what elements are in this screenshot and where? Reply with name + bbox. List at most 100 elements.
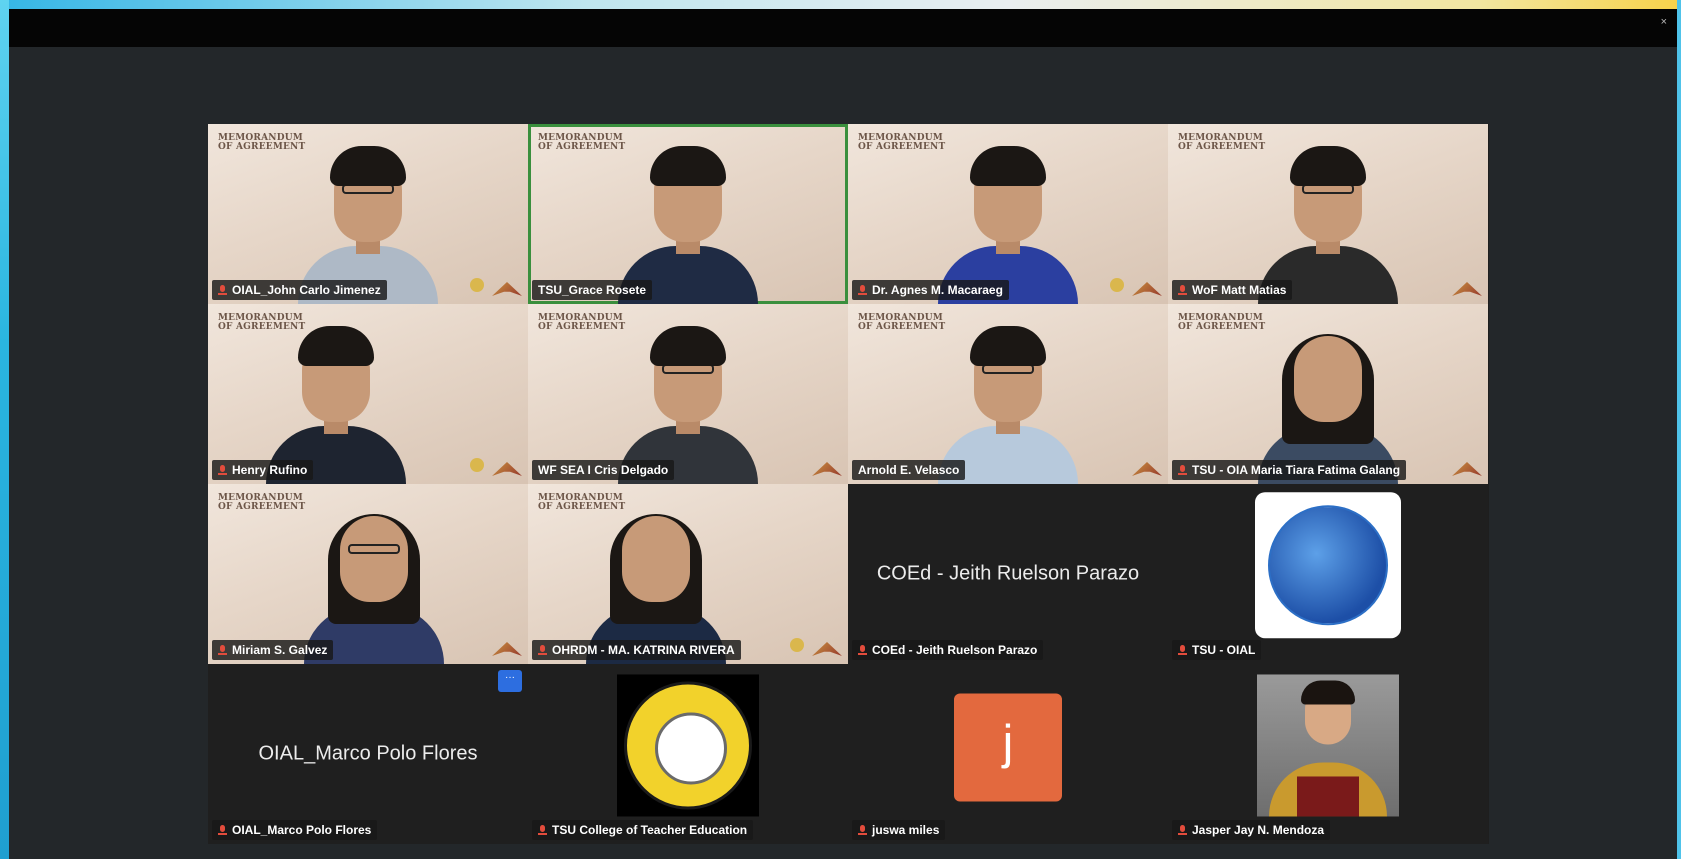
participant-tile[interactable]: TSU College of Teacher Education (528, 664, 848, 844)
backdrop-logo (1452, 282, 1482, 296)
backdrop-title: MEMORANDUM OF AGREEMENT (218, 493, 306, 512)
muted-mic-icon (538, 645, 547, 655)
participant-avatar: j (954, 693, 1062, 802)
portrait-photo (1257, 674, 1399, 817)
participant-name: WoF Matt Matias (1192, 283, 1287, 297)
participant-display-name: OIAL_Marco Polo Flores (258, 742, 478, 765)
participant-name-tag: Miriam S. Galvez (212, 640, 334, 660)
participant-name-tag: TSU - OIA Maria Tiara Fatima Galang (1172, 460, 1407, 480)
participant-tile[interactable]: Jasper Jay N. Mendoza (1168, 664, 1488, 844)
participant-name: juswa miles (872, 823, 940, 837)
participant-name: OHRDM - MA. KATRINA RIVERA (552, 643, 735, 657)
backdrop-logo (1132, 462, 1162, 476)
participant-tile[interactable]: MEMORANDUM OF AGREEMENT Miriam S. Galvez (208, 484, 528, 664)
muted-mic-icon (218, 825, 227, 835)
participant-video (1248, 314, 1408, 484)
participant-name: Dr. Agnes M. Macaraeg (872, 283, 1003, 297)
participant-name: TSU - OIA Maria Tiara Fatima Galang (1192, 463, 1401, 477)
participant-name-tag: TSU - OIAL (1172, 640, 1262, 660)
participant-name: OIAL_John Carlo Jimenez (232, 283, 381, 297)
participant-name: WF SEA I Cris Delgado (538, 463, 669, 477)
participant-avatar (617, 674, 759, 817)
muted-mic-icon (1178, 285, 1187, 295)
participant-tile-active-speaker[interactable]: MEMORANDUM OF AGREEMENT TSU_Grace Rosete (528, 124, 848, 304)
participant-video (928, 134, 1088, 304)
participant-name: Miriam S. Galvez (232, 643, 328, 657)
muted-mic-icon (1178, 645, 1187, 655)
participant-tile[interactable]: MEMORANDUM OF AGREEMENT Arnold E. Velasc… (848, 304, 1168, 484)
participant-tile[interactable]: MEMORANDUM OF AGREEMENT WoF Matt Matias (1168, 124, 1488, 304)
participant-name-tag: WF SEA I Cris Delgado (532, 460, 675, 480)
muted-mic-icon (858, 645, 867, 655)
backdrop-logo (812, 642, 842, 656)
backdrop-logo (1110, 278, 1124, 292)
participant-name: OIAL_Marco Polo Flores (232, 823, 372, 837)
participant-name-tag: Dr. Agnes M. Macaraeg (852, 280, 1009, 300)
participant-name-tag: OIAL_John Carlo Jimenez (212, 280, 387, 300)
participant-name: COEd - Jeith Ruelson Parazo (872, 643, 1038, 657)
backdrop-logo (790, 638, 804, 652)
participant-tile[interactable]: j juswa miles (848, 664, 1168, 844)
participant-name-tag: juswa miles (852, 820, 946, 840)
muted-mic-icon (1178, 825, 1187, 835)
muted-mic-icon (218, 465, 227, 475)
participant-video (1248, 134, 1408, 304)
college-seal-icon (617, 674, 759, 817)
participant-name-tag: Henry Rufino (212, 460, 314, 480)
participant-video (576, 494, 736, 664)
participant-name: Jasper Jay N. Mendoza (1192, 823, 1325, 837)
participant-video (294, 494, 454, 664)
backdrop-logo (812, 462, 842, 476)
participant-video (288, 134, 448, 304)
participant-video (256, 314, 416, 484)
participant-name-tag: TSU College of Teacher Education (532, 820, 754, 840)
backdrop-logo (492, 282, 522, 296)
participant-name-tag: COEd - Jeith Ruelson Parazo (852, 640, 1044, 660)
muted-mic-icon (218, 645, 227, 655)
participant-name-tag: Jasper Jay N. Mendoza (1172, 820, 1331, 840)
participant-tile[interactable]: MEMORANDUM OF AGREEMENT TSU - OIA Maria … (1168, 304, 1488, 484)
participant-name-tag: TSU_Grace Rosete (532, 280, 653, 300)
participant-name-tag: WoF Matt Matias (1172, 280, 1293, 300)
participant-name: Henry Rufino (232, 463, 308, 477)
participant-display-name: COEd - Jeith Ruelson Parazo (876, 562, 1140, 585)
avatar-letter: j (954, 693, 1062, 802)
participant-tile[interactable]: MEMORANDUM OF AGREEMENT OHRDM - MA. KATR… (528, 484, 848, 664)
backdrop-logo (1132, 282, 1162, 296)
participant-name-tag: OHRDM - MA. KATRINA RIVERA (532, 640, 741, 660)
participant-avatar (1255, 492, 1401, 639)
muted-mic-icon (858, 285, 867, 295)
participant-tile[interactable]: MEMORANDUM OF AGREEMENT OIAL_John Carlo … (208, 124, 528, 304)
participant-name: TSU - OIAL (1192, 643, 1256, 657)
participant-tile[interactable]: MEMORANDUM OF AGREEMENT Dr. Agnes M. Mac… (848, 124, 1168, 304)
window-frame-right (1677, 0, 1681, 859)
muted-mic-icon (1178, 465, 1187, 475)
globe-logo-icon (1255, 492, 1401, 639)
backdrop-logo (1452, 462, 1482, 476)
participant-tile[interactable]: ··· OIAL_Marco Polo Flores OIAL_Marco Po… (208, 664, 528, 844)
close-icon[interactable]: × (1661, 17, 1667, 28)
participant-name: Arnold E. Velasco (858, 463, 960, 477)
participant-video (928, 314, 1088, 484)
participant-name-tag: OIAL_Marco Polo Flores (212, 820, 378, 840)
participant-tile[interactable]: MEMORANDUM OF AGREEMENT Henry Rufino (208, 304, 528, 484)
participant-name: TSU_Grace Rosete (538, 283, 647, 297)
participant-gallery: MEMORANDUM OF AGREEMENT OIAL_John Carlo … (208, 124, 1489, 844)
participant-tile[interactable]: TSU - OIAL (1168, 484, 1488, 664)
window-frame-top (0, 0, 1681, 9)
participant-name: TSU College of Teacher Education (552, 823, 748, 837)
participant-tile[interactable]: COEd - Jeith Ruelson Parazo COEd - Jeith… (848, 484, 1168, 664)
participant-tile[interactable]: MEMORANDUM OF AGREEMENT WF SEA I Cris De… (528, 304, 848, 484)
participant-name-tag: Arnold E. Velasco (852, 460, 966, 480)
backdrop-logo (492, 462, 522, 476)
backdrop-logo (470, 278, 484, 292)
more-options-button[interactable]: ··· (498, 670, 522, 692)
muted-mic-icon (218, 285, 227, 295)
window-frame-left (0, 0, 9, 859)
meeting-top-bar: × (9, 9, 1677, 47)
backdrop-logo (492, 642, 522, 656)
participant-video (608, 314, 768, 484)
backdrop-logo (470, 458, 484, 472)
participant-avatar (1257, 674, 1399, 817)
muted-mic-icon (538, 825, 547, 835)
